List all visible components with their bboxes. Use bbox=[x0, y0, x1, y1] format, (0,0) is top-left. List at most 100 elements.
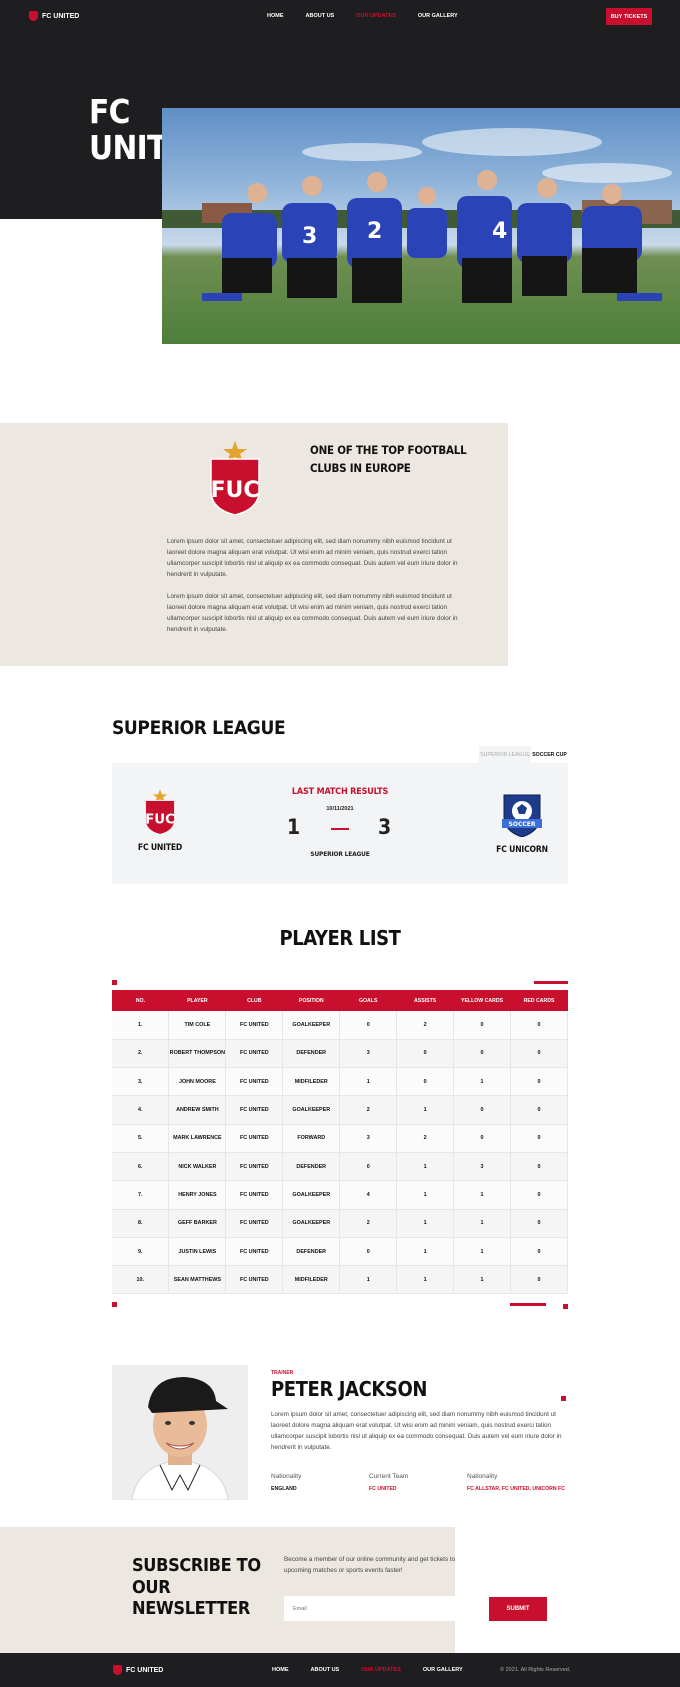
home-team-name: FC UNITED bbox=[137, 843, 183, 853]
footer-nav-home[interactable]: HOME bbox=[272, 1667, 289, 1673]
table-cell: 2. bbox=[112, 1039, 170, 1069]
league-title: SUPERIOR LEAGUE bbox=[112, 717, 286, 739]
table-cell: MARK LAWRENCE bbox=[168, 1124, 227, 1153]
newsletter-title-line-2: NEWSLETTER bbox=[132, 1598, 250, 1620]
col-goals[interactable]: GOALS bbox=[339, 990, 397, 1011]
table-cell: 1 bbox=[396, 1209, 455, 1238]
fc-unicorn-crest-icon: SOCCER bbox=[502, 794, 542, 837]
table-cell: 1 bbox=[396, 1180, 455, 1210]
about-paragraph-1: Lorem ipsum dolor sit amet, consectetuer… bbox=[167, 538, 458, 579]
table-cell: 1 bbox=[396, 1265, 455, 1295]
table-cell: FC UNITED bbox=[225, 1152, 284, 1182]
col-player[interactable]: PLAYER bbox=[168, 990, 226, 1011]
decor-dash bbox=[534, 981, 568, 984]
table-cell: 1. bbox=[112, 1011, 170, 1040]
col-yellow-cards[interactable]: YELLOW CARDS bbox=[453, 990, 511, 1011]
table-row: 10. SEAN MATTHEWS FC UNITED MIDFILEDER 1 1 1 0 bbox=[112, 1265, 568, 1295]
table-row: 1. TIM COLE FC UNITED GOALKEEPER 0 2 0 0 bbox=[112, 1011, 568, 1040]
buy-tickets-button[interactable]: BUY TICKETS bbox=[606, 8, 652, 25]
col-position[interactable]: POSITION bbox=[282, 990, 340, 1011]
table-cell: MIDFILEDER bbox=[282, 1067, 341, 1097]
footer-brand-logo[interactable]: FC UNITED bbox=[113, 1665, 163, 1675]
fc-united-logo-icon bbox=[113, 1665, 122, 1675]
nav-item-our-gallery[interactable]: OUR GALLERY bbox=[418, 13, 458, 19]
table-cell: FC UNITED bbox=[225, 1067, 284, 1097]
table-cell: JUSTIN LEWIS bbox=[168, 1237, 227, 1267]
table-row: 5. MARK LAWRENCE FC UNITED FORWARD 3 2 0 0 bbox=[112, 1124, 568, 1153]
col-no[interactable]: NO. bbox=[112, 990, 169, 1011]
svg-text:4: 4 bbox=[492, 219, 507, 244]
table-cell: 0 bbox=[510, 1152, 568, 1182]
info-label-nationality: Nationality bbox=[271, 1473, 302, 1480]
table-cell: 1 bbox=[339, 1265, 398, 1295]
newsletter-submit-button[interactable]: SUBMIT bbox=[489, 1597, 547, 1621]
newsletter-title-line-1: SUBSCRIBE TO OUR bbox=[132, 1555, 261, 1598]
table-cell: 3 bbox=[453, 1152, 511, 1182]
copyright: © 2021. All Rights Reserved. bbox=[500, 1667, 571, 1673]
table-cell: FC UNITED bbox=[225, 1180, 284, 1210]
decor-square bbox=[112, 980, 117, 985]
footer-nav: HOME ABOUT US OUR UPDATES OUR GALLERY bbox=[272, 1667, 463, 1673]
table-cell: 0 bbox=[510, 1011, 568, 1040]
footer-nav-our-gallery[interactable]: OUR GALLERY bbox=[423, 1667, 463, 1673]
table-cell: 4 bbox=[339, 1180, 398, 1210]
brand-logo[interactable]: FC UNITED bbox=[29, 11, 79, 21]
table-cell: 1 bbox=[339, 1067, 398, 1097]
table-cell: 0 bbox=[453, 1039, 511, 1069]
table-cell: NICK WALKER bbox=[168, 1152, 227, 1182]
table-cell: FC UNITED bbox=[225, 1124, 284, 1153]
footer-nav-our-updates[interactable]: OUR UPDATES bbox=[361, 1667, 401, 1673]
nav-item-about-us[interactable]: ABOUT US bbox=[306, 13, 335, 19]
table-cell: 1 bbox=[453, 1265, 511, 1295]
info-value-past-teams: FC ALLSTAR, FC UNITED, UNICORN FC bbox=[467, 1486, 565, 1492]
table-cell: 1 bbox=[396, 1095, 455, 1125]
table-cell: 2 bbox=[339, 1209, 398, 1238]
table-cell: 0 bbox=[453, 1124, 511, 1153]
col-club[interactable]: CLUB bbox=[225, 990, 283, 1011]
table-cell: 0 bbox=[510, 1067, 568, 1097]
table-cell: 0 bbox=[453, 1095, 511, 1125]
newsletter-title: SUBSCRIBE TO OUR NEWSLETTER bbox=[132, 1555, 292, 1620]
newsletter-email-input[interactable] bbox=[284, 1596, 489, 1621]
last-match-heading: LAST MATCH RESULTS bbox=[291, 787, 389, 797]
table-cell: 0 bbox=[510, 1124, 568, 1153]
tab-superior-league[interactable]: SUPERIOR LEAGUE bbox=[479, 746, 531, 763]
table-cell: FORWARD bbox=[282, 1124, 341, 1153]
info-label-past-teams: Nationality bbox=[467, 1473, 498, 1480]
table-cell: 6. bbox=[112, 1152, 170, 1182]
table-cell: 0 bbox=[510, 1237, 568, 1267]
table-cell: DEFENDER bbox=[282, 1237, 341, 1267]
table-cell: 5. bbox=[112, 1124, 170, 1153]
table-row: 2. ROBERT THOMPSON FC UNITED DEFENDER 3 0 0 0 bbox=[112, 1039, 568, 1069]
table-cell: GOALKEEPER bbox=[282, 1180, 341, 1210]
brand-name: FC UNITED bbox=[42, 12, 80, 20]
footer-nav-about-us[interactable]: ABOUT US bbox=[311, 1667, 340, 1673]
svg-text:SOCCER: SOCCER bbox=[509, 821, 536, 828]
nav-item-our-updates[interactable]: OUR UPDATES bbox=[356, 13, 396, 19]
table-cell: 0 bbox=[510, 1209, 568, 1238]
score-separator bbox=[331, 828, 349, 830]
table-row: 3. JOHN MOORE FC UNITED MIDFILEDER 1 0 1 0 bbox=[112, 1067, 568, 1097]
trainer-photo bbox=[112, 1365, 248, 1500]
match-date: 10/11/2021 bbox=[326, 806, 354, 812]
col-assists[interactable]: ASSISTS bbox=[396, 990, 454, 1011]
table-cell: 10. bbox=[112, 1265, 170, 1295]
away-team-name: FC UNICORN bbox=[496, 845, 548, 855]
trainer-role: TRAINER bbox=[271, 1370, 294, 1376]
table-cell: 0 bbox=[453, 1011, 511, 1040]
table-cell: 3 bbox=[339, 1124, 398, 1153]
table-cell: 1 bbox=[396, 1152, 455, 1182]
nav-item-home[interactable]: HOME bbox=[267, 13, 284, 19]
tab-soccer-cup[interactable]: SOCCER CUP bbox=[531, 746, 568, 763]
table-cell: 2 bbox=[339, 1095, 398, 1125]
table-cell: 0 bbox=[396, 1039, 455, 1069]
svg-text:3: 3 bbox=[302, 224, 317, 249]
trainer-name: PETER JACKSON bbox=[271, 1377, 428, 1401]
col-red-cards[interactable]: RED CARDS bbox=[510, 990, 568, 1011]
newsletter-text: Become a member of our online community … bbox=[284, 1556, 456, 1575]
table-header-row: NO. PLAYER CLUB POSITION GOALS ASSISTS Y… bbox=[112, 990, 568, 1011]
table-cell: DEFENDER bbox=[282, 1152, 341, 1182]
decor-square bbox=[563, 1304, 568, 1309]
table-cell: GOALKEEPER bbox=[282, 1095, 341, 1125]
hero-team-photo: 3 2 4 bbox=[162, 108, 680, 344]
